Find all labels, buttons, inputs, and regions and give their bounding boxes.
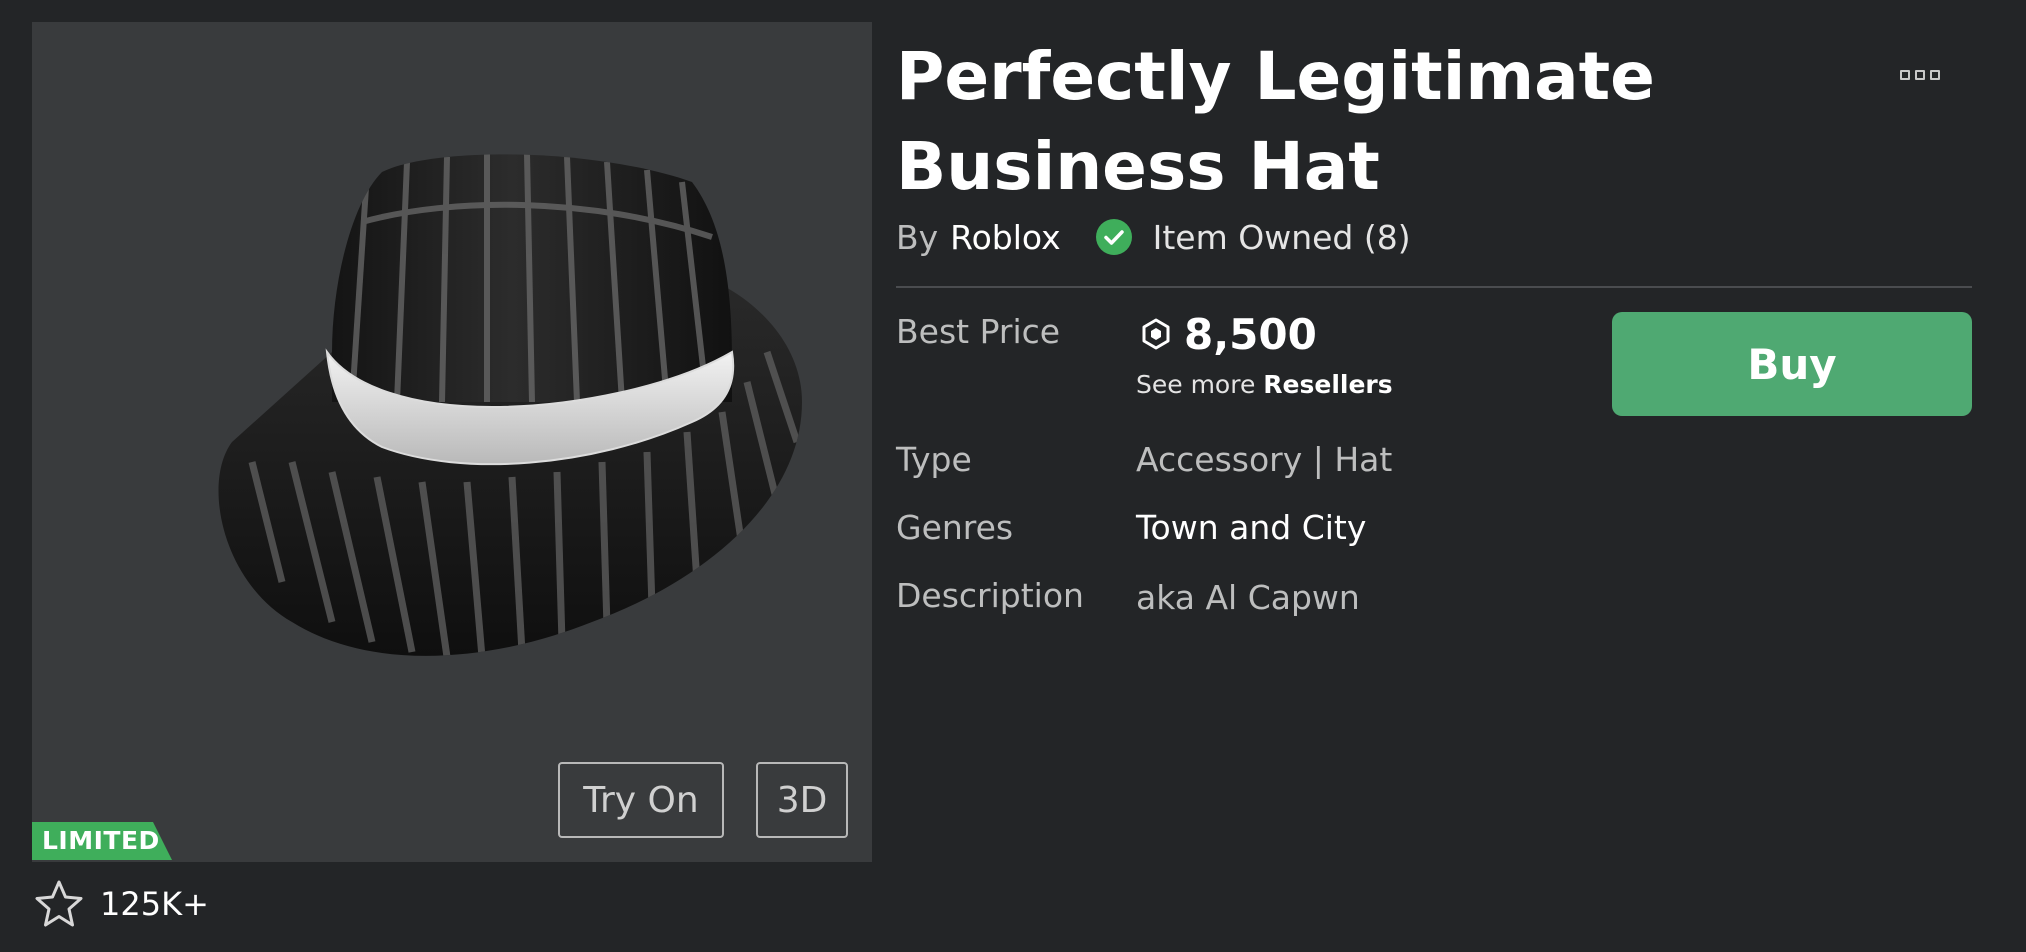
item-title-line-2: Business Hat — [896, 128, 1380, 205]
genres-value[interactable]: Town and City — [1136, 508, 1366, 547]
item-title: Perfectly Legitimate Business Hat — [896, 32, 1796, 212]
see-more-resellers[interactable]: See more Resellers — [1136, 370, 1393, 399]
more-options-icon[interactable] — [1890, 60, 1950, 90]
description-label: Description — [896, 576, 1084, 615]
item-title-line-1: Perfectly Legitimate — [896, 38, 1655, 115]
genres-label: Genres — [896, 508, 1014, 547]
best-price: 8,500 — [1140, 306, 1317, 362]
type-label: Type — [896, 440, 972, 479]
resellers-link[interactable]: Resellers — [1263, 370, 1392, 399]
favorite-control[interactable]: 125K+ — [34, 878, 209, 930]
limited-badge: LIMITED — [32, 822, 172, 860]
see-more-text: See more — [1136, 370, 1256, 399]
best-price-label: Best Price — [896, 312, 1061, 351]
hat-image — [218, 154, 802, 656]
more-dot — [1900, 70, 1910, 80]
more-dot — [1930, 70, 1940, 80]
favorite-count: 125K+ — [100, 885, 209, 923]
buy-button[interactable]: Buy — [1612, 312, 1972, 416]
type-value: Accessory | Hat — [1136, 440, 1393, 479]
description-value: aka Al Capwn — [1136, 578, 1360, 617]
best-price-amount: 8,500 — [1184, 309, 1317, 359]
3d-view-button[interactable]: 3D — [756, 762, 848, 838]
robux-icon — [1142, 318, 1170, 350]
try-on-button[interactable]: Try On — [558, 762, 724, 838]
star-icon[interactable] — [34, 879, 84, 929]
creator-link[interactable]: Roblox — [950, 218, 1060, 257]
by-label: By — [896, 217, 939, 257]
divider — [896, 286, 1972, 288]
item-owned-status: Item Owned (8) — [1152, 217, 1411, 257]
item-thumbnail — [32, 22, 872, 862]
more-dot — [1915, 70, 1925, 80]
byline: By Roblox Item Owned (8) — [896, 212, 1411, 262]
checkmark-icon — [1095, 219, 1132, 255]
